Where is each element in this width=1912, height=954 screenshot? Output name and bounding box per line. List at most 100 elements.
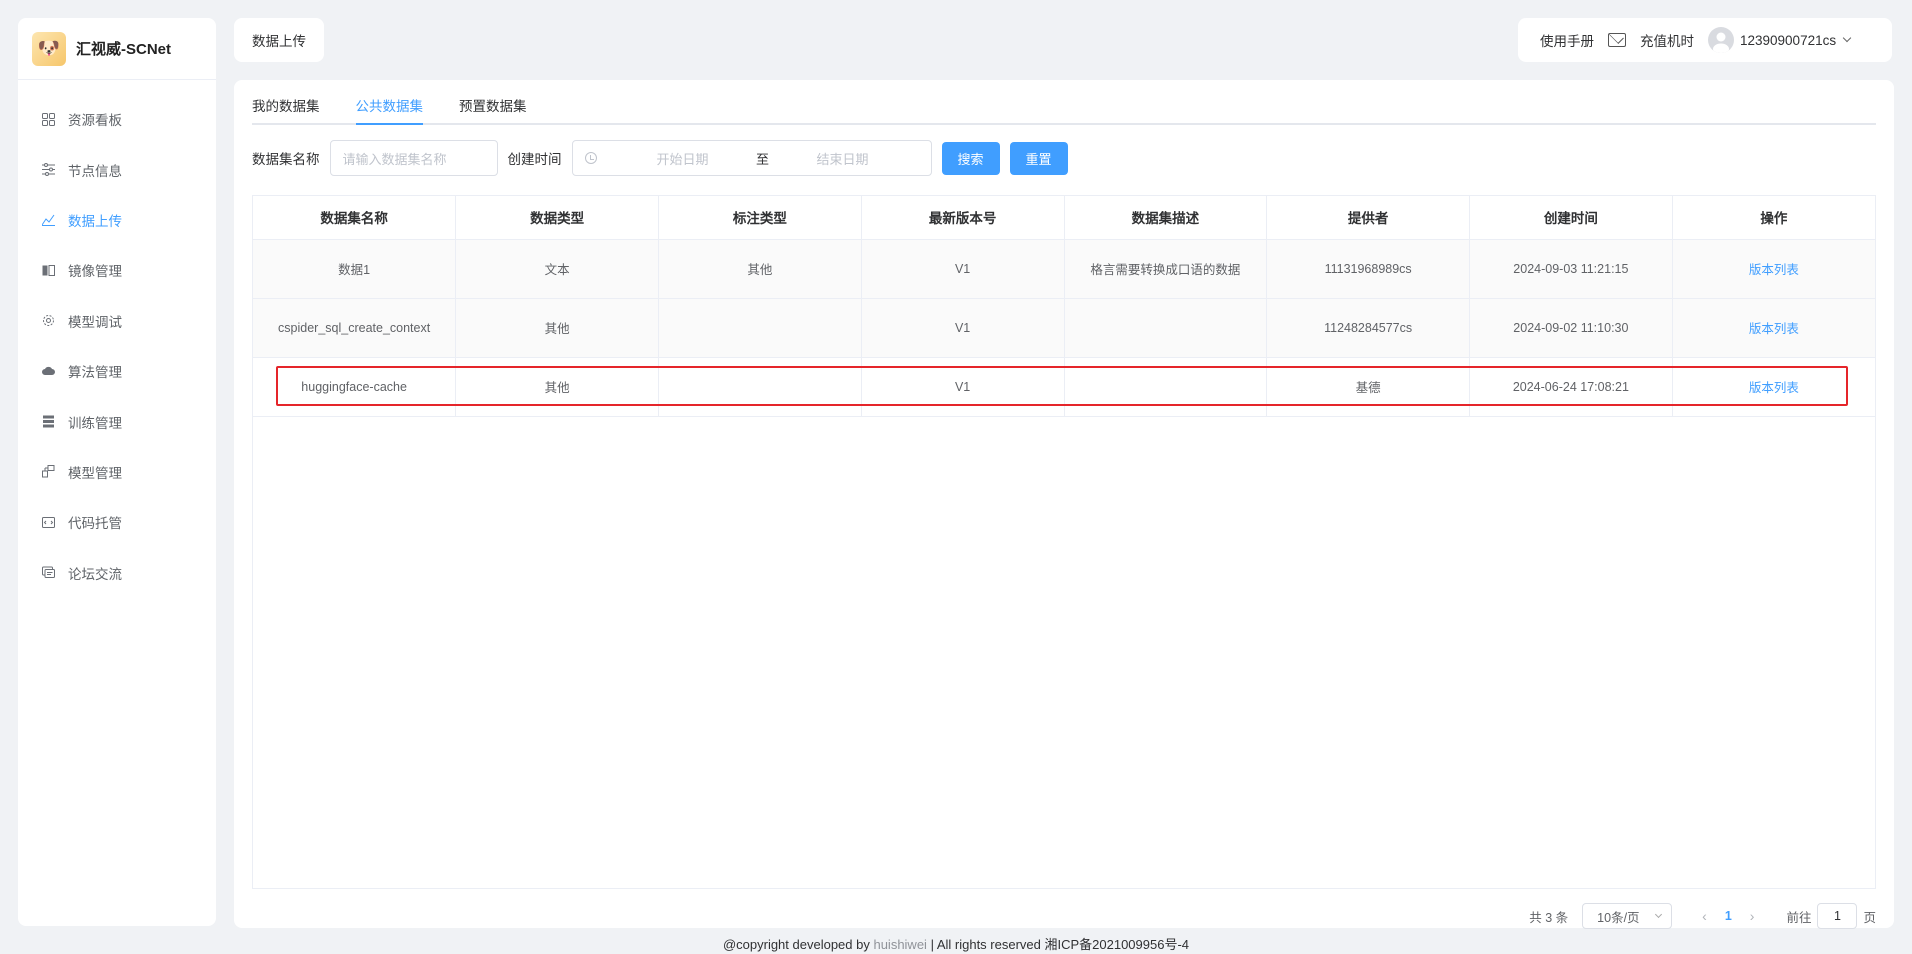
brand[interactable]: 🐶 汇视威-SCNet	[18, 18, 216, 80]
footer-author-link[interactable]: huishiwei	[873, 937, 926, 952]
column-header: 数据集描述	[1064, 196, 1268, 240]
sidebar-item-label: 训练管理	[68, 415, 122, 431]
cell-version: V1	[861, 357, 1065, 417]
goto-suffix: 页	[1863, 910, 1876, 925]
cell-provider: 基德	[1266, 357, 1470, 417]
cell-label-type	[658, 357, 862, 417]
cell-type: 其他	[455, 298, 659, 358]
cell-action: 版本列表	[1672, 357, 1875, 417]
column-header: 标注类型	[658, 196, 862, 240]
grid-icon	[42, 112, 56, 126]
cell-action: 版本列表	[1672, 239, 1875, 299]
tab-preset-datasets[interactable]: 预置数据集	[459, 95, 527, 123]
breadcrumb: 数据上传	[234, 18, 324, 62]
cell-description: 格言需要转换成口语的数据	[1064, 239, 1268, 299]
date-range-picker[interactable]: 开始日期 至 结束日期	[571, 140, 932, 176]
create-time-label: 创建时间	[507, 152, 562, 167]
sidebar-item-label: 模型管理	[68, 465, 122, 481]
cell-created: 2024-09-03 11:21:15	[1469, 239, 1673, 299]
sidebar-item-label: 模型调试	[68, 314, 122, 330]
sliders-icon	[42, 163, 56, 177]
sidebar-item-resource-board[interactable]: 资源看板	[18, 94, 216, 144]
cell-type: 其他	[455, 357, 659, 417]
sidebar-item-data-upload[interactable]: 数据上传	[18, 195, 216, 245]
username[interactable]: 12390900721cs	[1740, 33, 1836, 48]
sidebar-item-model-debug[interactable]: 模型调试	[18, 296, 216, 346]
code-icon	[42, 516, 56, 529]
end-date-input[interactable]: 结束日期	[783, 149, 903, 168]
cell-label-type	[658, 298, 862, 358]
chat-icon	[42, 566, 56, 579]
chart-icon	[42, 213, 56, 227]
pagination: 共 3 条 10条/页 ‹ 1 › 前往 1 页	[1529, 902, 1894, 930]
column-header: 最新版本号	[861, 196, 1065, 240]
page-number-current[interactable]: 1	[1725, 909, 1732, 923]
footer-suffix: | All rights reserved 湘ICP备2021009956号-4	[926, 937, 1190, 952]
gear-icon	[42, 314, 56, 327]
cell-type: 文本	[455, 239, 659, 299]
sidebar-item-label: 数据上传	[68, 213, 122, 229]
stack-icon	[42, 415, 56, 428]
clock-icon	[584, 152, 597, 164]
dog-mascot-icon: 🐶	[32, 31, 66, 66]
sidebar: 🐶 汇视威-SCNet 资源看板 节点信息 数据上传 镜像管理 模型调试 算法管…	[18, 18, 216, 926]
sidebar-item-label: 镜像管理	[68, 264, 122, 280]
manual-link[interactable]: 使用手册	[1540, 30, 1594, 50]
reset-button[interactable]: 重置	[1009, 141, 1068, 175]
search-button[interactable]: 搜索	[941, 141, 1000, 175]
start-date-input[interactable]: 开始日期	[623, 149, 743, 168]
sidebar-item-code-hosting[interactable]: 代码托管	[18, 497, 216, 547]
sidebar-item-forum[interactable]: 论坛交流	[18, 548, 216, 598]
tab-public-datasets[interactable]: 公共数据集	[355, 95, 423, 125]
version-list-link[interactable]: 版本列表	[1749, 381, 1799, 395]
sidebar-item-algorithm-management[interactable]: 算法管理	[18, 346, 216, 396]
cloud-icon	[42, 365, 56, 378]
chevron-down-icon	[1655, 910, 1663, 918]
cell-provider: 11248284577cs	[1266, 298, 1470, 358]
column-header: 提供者	[1266, 196, 1470, 240]
sidebar-menu: 资源看板 节点信息 数据上传 镜像管理 模型调试 算法管理 训练管理 模型管理 …	[18, 80, 216, 598]
next-page-button[interactable]: ›	[1750, 908, 1755, 924]
sidebar-item-label: 代码托管	[68, 516, 122, 532]
chevron-down-icon[interactable]	[1842, 33, 1852, 43]
sidebar-item-label: 资源看板	[68, 113, 122, 129]
cell-name: cspider_sql_create_context	[253, 298, 457, 358]
cell-description	[1064, 298, 1268, 358]
avatar[interactable]	[1708, 27, 1734, 53]
table-header-row: 数据集名称 数据类型 标注类型 最新版本号 数据集描述 提供者 创建时间 操作	[253, 196, 1875, 240]
sidebar-item-image-management[interactable]: 镜像管理	[18, 245, 216, 295]
sidebar-item-model-management[interactable]: 模型管理	[18, 447, 216, 497]
cell-label-type: 其他	[658, 239, 862, 299]
recharge-link[interactable]: 充值机时	[1640, 30, 1694, 50]
table-row: huggingface-cache 其他 V1 基德 2024-06-24 17…	[253, 357, 1875, 417]
dataset-name-label: 数据集名称	[252, 152, 320, 167]
cell-name: huggingface-cache	[253, 357, 457, 417]
brand-name: 汇视威-SCNet	[76, 41, 172, 58]
dataset-tabs: 我的数据集 公共数据集 预置数据集	[252, 80, 1876, 125]
sidebar-item-label: 论坛交流	[68, 566, 122, 582]
goto-page-input[interactable]: 1	[1817, 903, 1858, 929]
tab-my-datasets[interactable]: 我的数据集	[252, 95, 320, 123]
prev-page-button[interactable]: ‹	[1702, 908, 1707, 924]
mail-icon[interactable]	[1608, 33, 1626, 47]
cell-created: 2024-09-02 11:10:30	[1469, 298, 1673, 358]
cell-description	[1064, 357, 1268, 417]
sidebar-item-label: 节点信息	[68, 163, 122, 179]
version-list-link[interactable]: 版本列表	[1749, 322, 1799, 336]
page-size-select[interactable]: 10条/页	[1582, 903, 1673, 929]
dataset-name-input[interactable]: 请输入数据集名称	[329, 140, 498, 176]
version-list-link[interactable]: 版本列表	[1749, 263, 1799, 277]
layers-icon	[42, 264, 56, 277]
sidebar-item-node-info[interactable]: 节点信息	[18, 144, 216, 194]
sidebar-item-training-management[interactable]: 训练管理	[18, 396, 216, 446]
cell-action: 版本列表	[1672, 298, 1875, 358]
column-header: 操作	[1672, 196, 1875, 240]
footer: @copyright developed by huishiwei | All …	[0, 934, 1912, 953]
pagination-total: 共 3 条	[1529, 910, 1569, 925]
table-row: 数据1 文本 其他 V1 格言需要转换成口语的数据 11131968989cs …	[253, 239, 1875, 299]
breadcrumb-current: 数据上传	[252, 34, 306, 49]
cell-provider: 11131968989cs	[1266, 239, 1470, 299]
filter-bar: 数据集名称 请输入数据集名称 创建时间 开始日期 至 结束日期 搜索 重置	[252, 140, 1078, 176]
sidebar-item-label: 算法管理	[68, 365, 122, 381]
column-header: 数据集名称	[253, 196, 457, 240]
